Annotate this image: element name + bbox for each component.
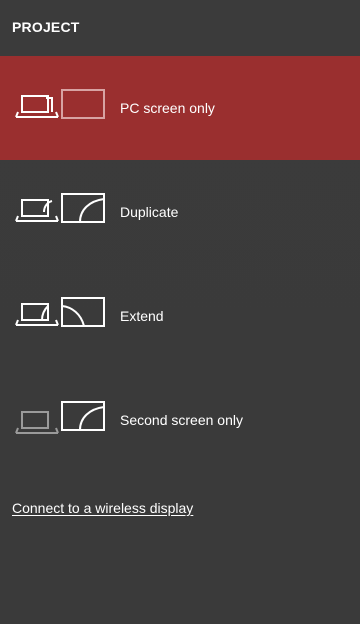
option-label: PC screen only — [120, 100, 215, 116]
duplicate-icon — [14, 192, 106, 232]
option-label: Extend — [120, 308, 164, 324]
connect-wireless-display-link[interactable]: Connect to a wireless display — [12, 500, 193, 516]
option-pc-screen-only[interactable]: PC screen only — [0, 56, 360, 160]
option-label: Second screen only — [120, 412, 243, 428]
duplicate-icon-svg — [15, 193, 105, 223]
second-screen-only-icon-svg — [15, 401, 105, 434]
pc-screen-only-icon-svg — [15, 89, 105, 119]
extend-icon-svg — [15, 297, 105, 327]
pc-screen-only-icon — [14, 88, 106, 128]
option-label: Duplicate — [120, 204, 179, 220]
option-extend[interactable]: Extend — [0, 264, 360, 368]
project-panel: PROJECT PC screen only Duplicate Extend … — [0, 0, 360, 624]
option-duplicate[interactable]: Duplicate — [0, 160, 360, 264]
second-screen-only-icon — [14, 400, 106, 440]
option-second-screen-only[interactable]: Second screen only — [0, 368, 360, 472]
extend-icon — [14, 296, 106, 336]
panel-title: PROJECT — [12, 19, 80, 35]
